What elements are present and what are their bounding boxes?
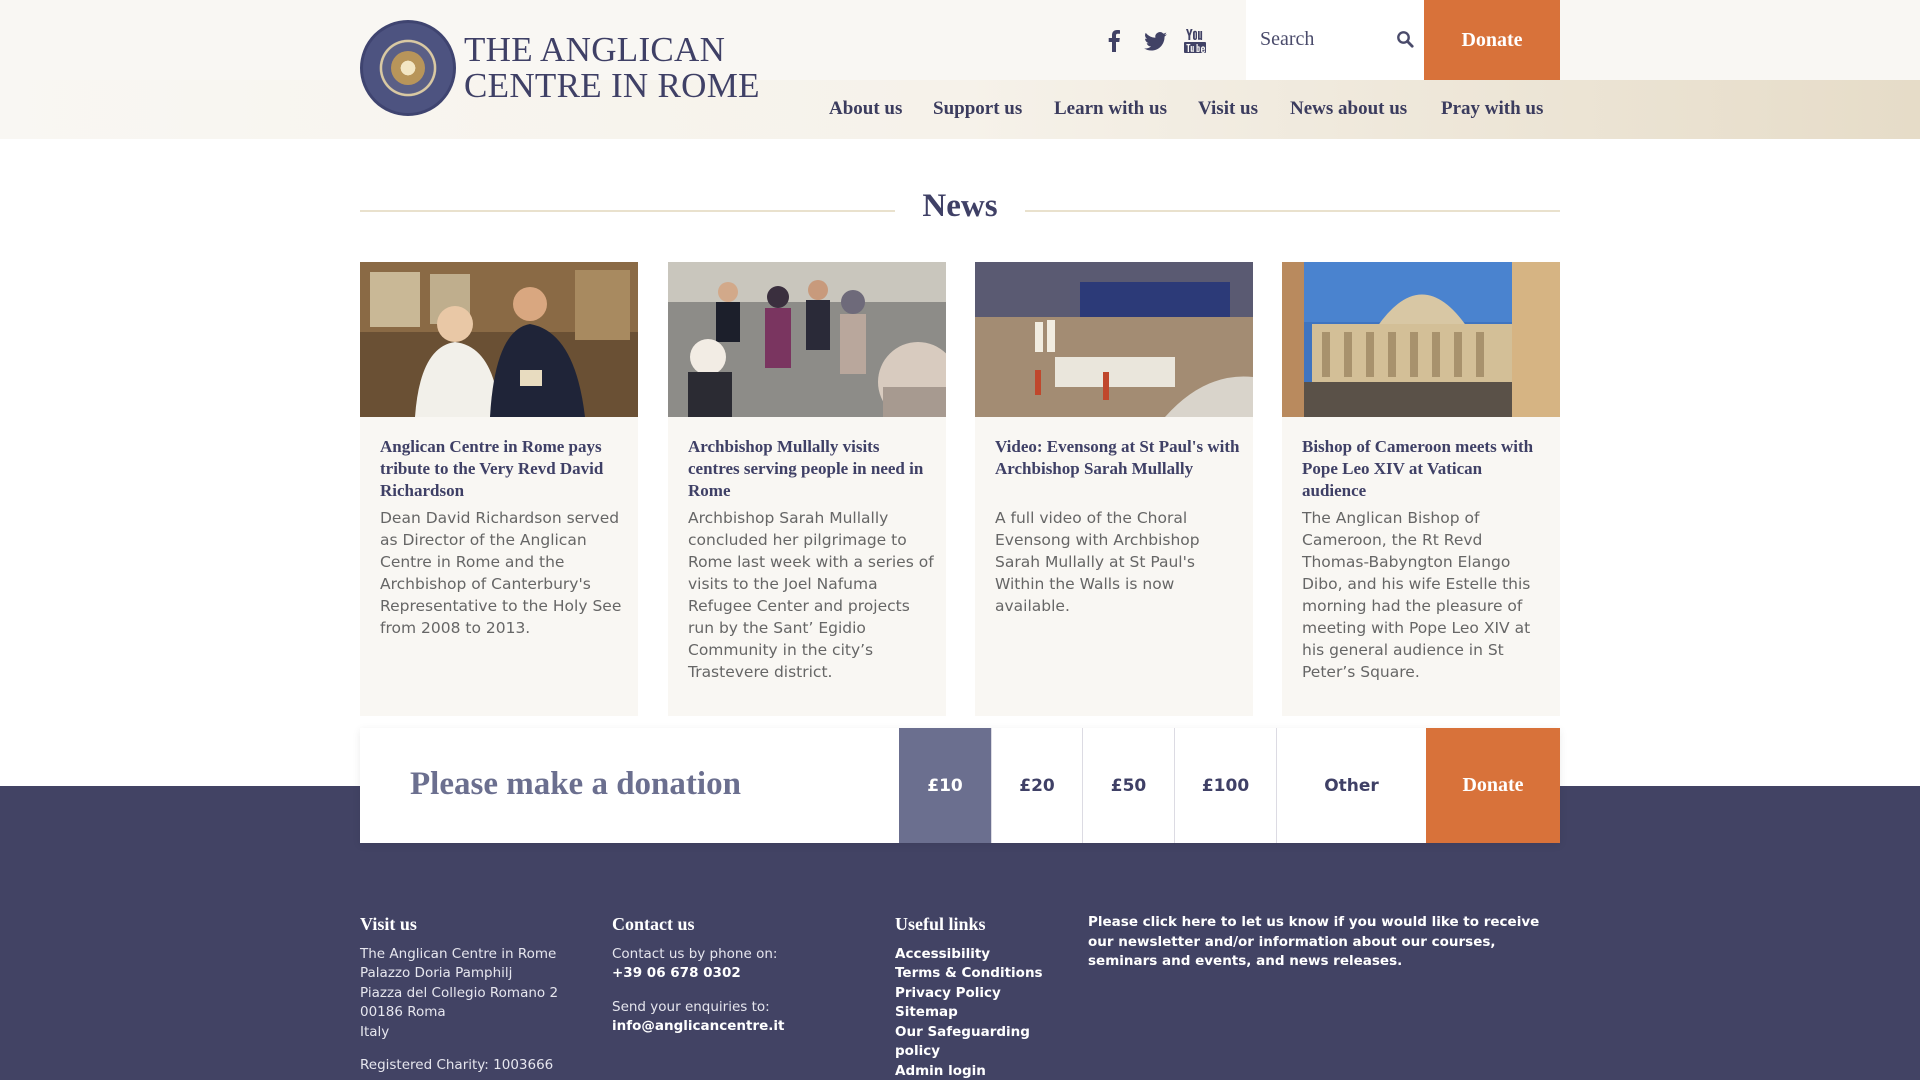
footer-email-label: Send your enquiries to: [612, 999, 770, 1015]
news-card-excerpt: A full video of the Choral Evensong with… [995, 509, 1200, 615]
news-card[interactable]: Anglican Centre in Rome pays tribute to … [360, 262, 638, 716]
donation-amount-20[interactable]: £20 [991, 728, 1082, 843]
footer-phone-link[interactable]: +39 06 678 0302 [612, 964, 741, 984]
newsletter-signup-link[interactable]: Please click here to let us know if you … [1088, 913, 1568, 972]
news-card[interactable]: Video: Evensong at St Paul's with Archbi… [975, 262, 1253, 716]
nav-news-about-us[interactable]: News about us [1290, 98, 1407, 120]
nav-learn-with-us[interactable]: Learn with us [1054, 98, 1167, 120]
news-divider-right [1025, 210, 1560, 212]
footer-link-terms[interactable]: Terms & Conditions [895, 964, 1043, 984]
nav-visit-us[interactable]: Visit us [1198, 98, 1258, 120]
news-card-title[interactable]: Anglican Centre in Rome pays tribute to … [380, 436, 626, 502]
donation-amount-100[interactable]: £100 [1174, 728, 1276, 843]
donate-button[interactable]: Donate [1426, 728, 1560, 843]
footer-phone-label: Contact us by phone on: [612, 946, 778, 962]
footer-address-line: The Anglican Centre in Rome [360, 946, 557, 962]
logo-line-1: THE ANGLICAN [464, 30, 726, 69]
news-card-excerpt: Dean David Richardson served as Director… [380, 509, 622, 637]
twitter-icon[interactable] [1141, 26, 1169, 56]
logo-line-2: CENTRE IN ROME [464, 66, 760, 105]
news-card-image[interactable] [975, 262, 1253, 417]
footer-link-safeguarding-cont[interactable]: policy [895, 1042, 940, 1062]
footer-link-admin-login[interactable]: Admin login [895, 1062, 986, 1080]
news-divider-left [360, 210, 895, 212]
footer-link-privacy[interactable]: Privacy Policy [895, 984, 1001, 1004]
donation-amount-50[interactable]: £50 [1082, 728, 1174, 843]
nav-pray-with-us[interactable]: Pray with us [1441, 98, 1543, 120]
news-card-title[interactable]: Archbishop Mullally visits centres servi… [688, 436, 934, 502]
footer-link-sitemap[interactable]: Sitemap [895, 1003, 958, 1023]
donation-amount-10[interactable]: £10 [899, 728, 991, 843]
nav-support-us[interactable]: Support us [933, 98, 1022, 120]
footer-address-line: Piazza del Collegio Romano 2 [360, 985, 559, 1001]
footer-charity-number: Registered Charity: 1003666 [360, 1057, 554, 1073]
donate-header-button[interactable]: Donate [1424, 0, 1560, 80]
news-card-image[interactable] [360, 262, 638, 417]
news-card[interactable]: Archbishop Mullally visits centres servi… [668, 262, 946, 716]
footer-link-accessibility[interactable]: Accessibility [895, 945, 990, 965]
donation-amount-other[interactable]: Other [1276, 728, 1426, 843]
facebook-icon[interactable] [1102, 26, 1126, 56]
news-heading: News [922, 188, 998, 224]
logo-seal-icon[interactable] [360, 20, 456, 116]
news-card-title[interactable]: Video: Evensong at St Paul's with Archbi… [995, 436, 1241, 480]
footer-address-line: 00186 Roma [360, 1004, 446, 1020]
search-placeholder: Search [1260, 28, 1315, 50]
site-logo[interactable]: THE ANGLICAN CENTRE IN ROME [464, 32, 760, 104]
footer-email-link[interactable]: info@anglicancentre.it [612, 1017, 785, 1037]
footer-contact-title: Contact us [612, 914, 695, 934]
footer-address-line: Italy [360, 1024, 390, 1040]
search-input[interactable]: Search [1246, 0, 1424, 80]
footer-visit-title: Visit us [360, 914, 417, 934]
news-card-excerpt: The Anglican Bishop of Cameroon, the Rt … [1302, 509, 1531, 681]
news-card[interactable]: Bishop of Cameroon meets with Pope Leo X… [1282, 262, 1560, 716]
donation-bar: Please make a donation £10 £20 £50 £100 … [360, 728, 1560, 843]
search-icon[interactable] [1396, 30, 1414, 53]
news-card-excerpt: Archbishop Sarah Mullally concluded her … [688, 509, 934, 681]
footer-address-line: Palazzo Doria Pamphilj [360, 965, 513, 981]
news-card-image[interactable] [1282, 262, 1560, 417]
footer-link-safeguarding[interactable]: Our Safeguarding [895, 1023, 1030, 1043]
news-card-title[interactable]: Bishop of Cameroon meets with Pope Leo X… [1302, 436, 1548, 502]
youtube-icon[interactable] [1182, 26, 1208, 56]
nav-about-us[interactable]: About us [829, 98, 902, 120]
donation-title: Please make a donation [410, 766, 741, 802]
news-card-image[interactable] [668, 262, 946, 417]
footer-links-title: Useful links [895, 914, 986, 934]
